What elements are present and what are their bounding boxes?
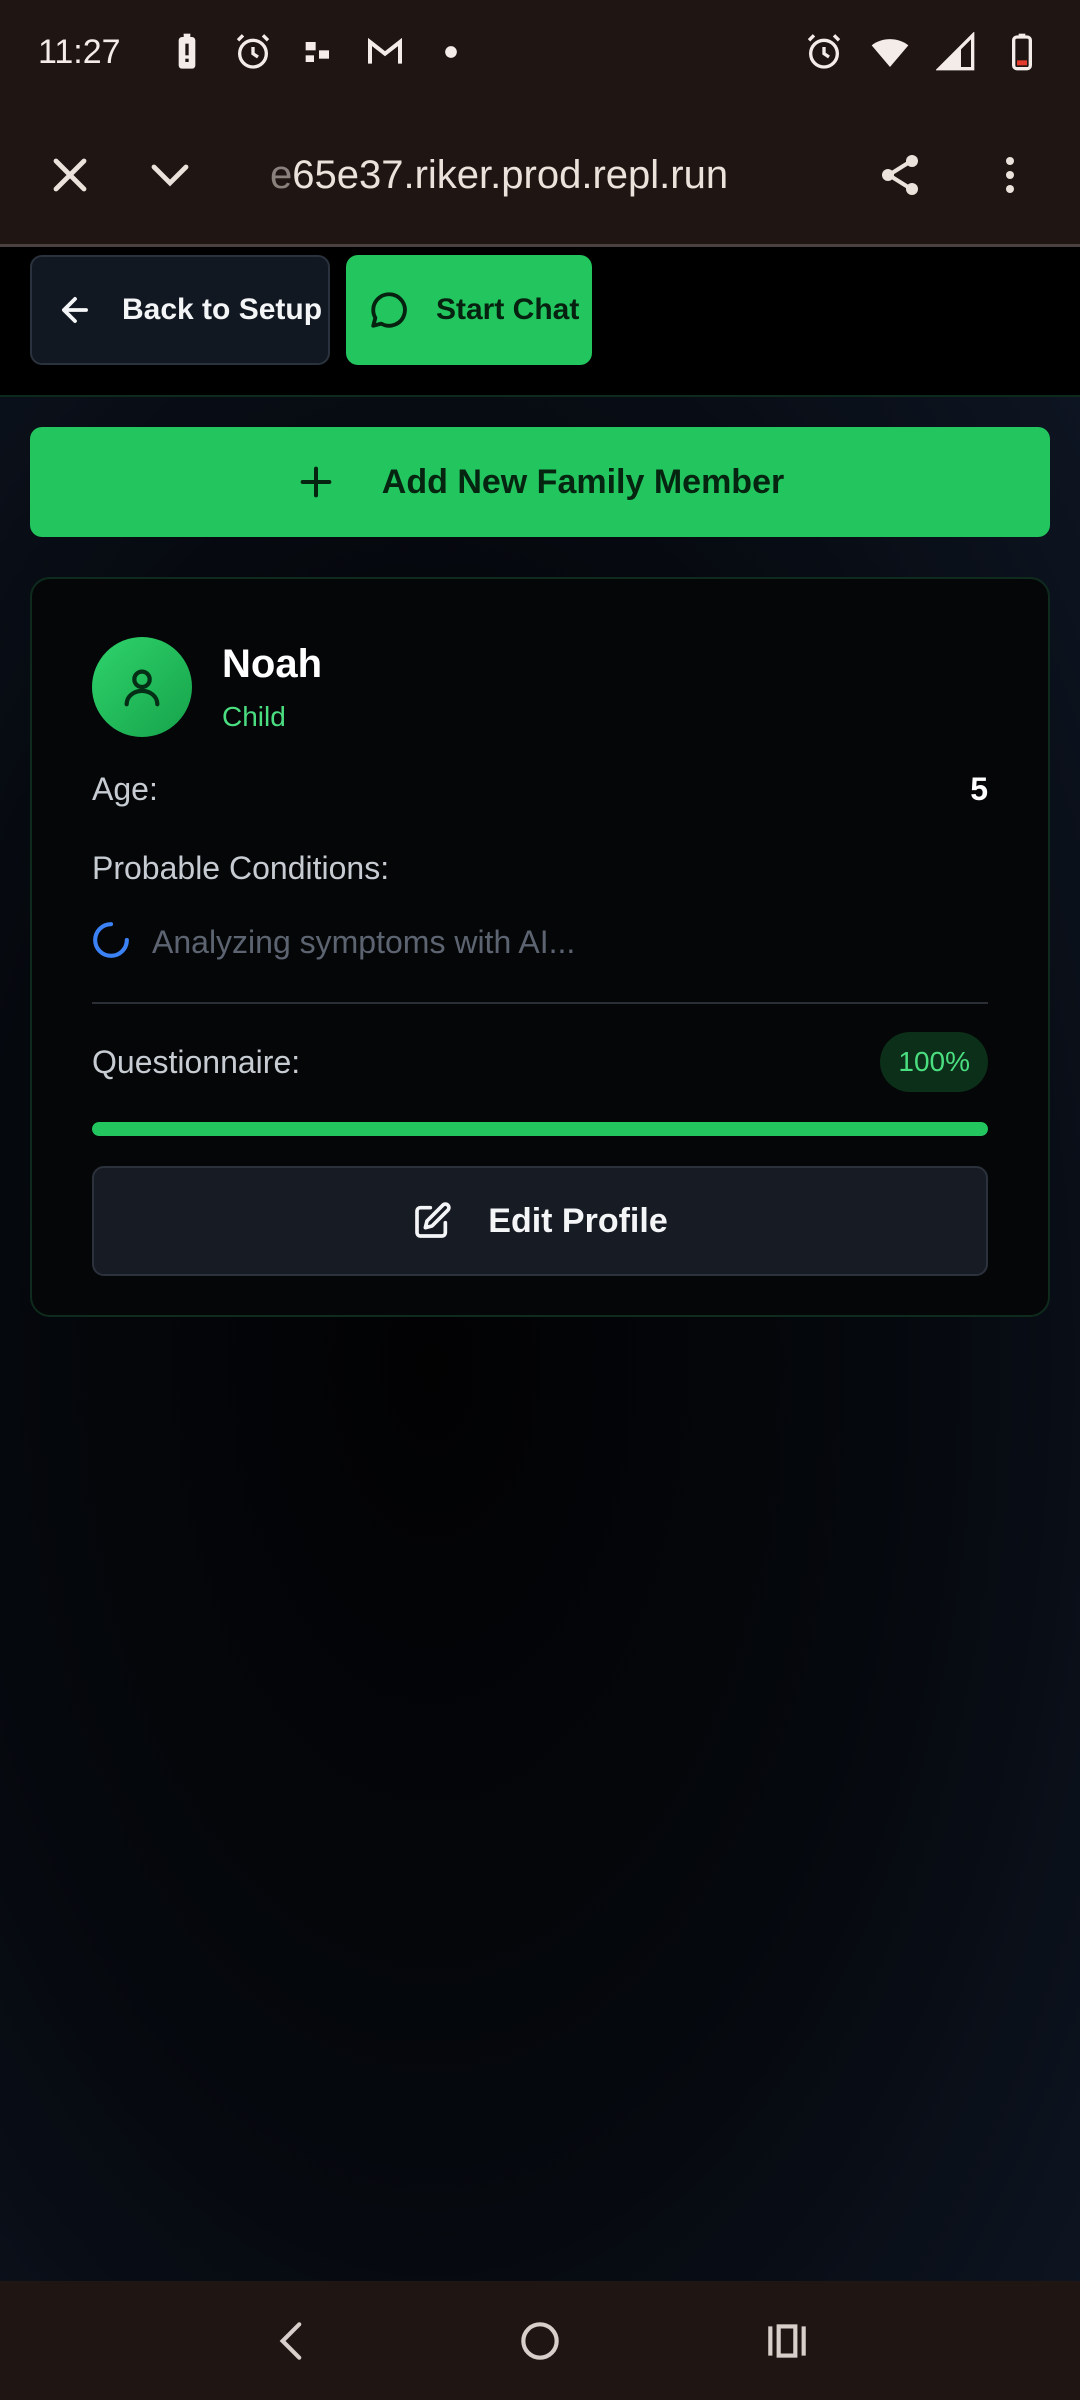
- url-faded-text: e: [270, 152, 293, 197]
- share-icon: [882, 155, 918, 195]
- user-icon: [124, 669, 160, 707]
- back-to-setup-label: Back to Setup: [122, 293, 323, 326]
- edit-icon: [415, 1202, 451, 1238]
- edit-profile-label: Edit Profile: [488, 1201, 668, 1240]
- nav-back-button[interactable]: [253, 2301, 333, 2381]
- alarm-icon: [233, 32, 273, 72]
- plus-icon: [300, 466, 332, 498]
- app-notification-icon: [299, 32, 339, 72]
- card-divider: [92, 1002, 988, 1004]
- top-actions: Back to Setup Start Chat: [0, 247, 1080, 397]
- chat-bubble-icon: [371, 292, 407, 328]
- share-button[interactable]: [850, 125, 950, 225]
- status-time: 11:27: [38, 32, 121, 71]
- arrow-left-icon: [62, 297, 88, 323]
- analyzing-text: Analyzing symptoms with AI...: [152, 924, 576, 960]
- more-vertical-icon: [1006, 157, 1014, 193]
- probable-conditions-label: Probable Conditions:: [92, 850, 390, 886]
- age-label: Age:: [92, 771, 158, 807]
- signal-icon: [936, 32, 976, 72]
- start-chat-label: Start Chat: [436, 293, 580, 326]
- overflow-menu-button[interactable]: [960, 125, 1060, 225]
- member-name: Noah: [222, 641, 322, 686]
- alarm-icon: [804, 32, 844, 72]
- nav-home-icon: [521, 2321, 559, 2360]
- start-chat-button[interactable]: Start Chat: [346, 255, 592, 365]
- page-content: Back to Setup Start Chat Add New Family …: [0, 247, 1080, 2281]
- nav-home-button[interactable]: [500, 2301, 580, 2381]
- age-value: 5: [970, 771, 988, 807]
- battery-low-icon: [1002, 32, 1042, 72]
- analyzing-status: Analyzing symptoms with AI...: [92, 921, 988, 964]
- system-nav-bar: [0, 2281, 1080, 2400]
- edit-profile-button[interactable]: Edit Profile: [92, 1166, 988, 1276]
- member-role: Child: [222, 700, 286, 732]
- chevron-down-icon: [151, 164, 189, 187]
- questionnaire-progress-bar: [92, 1122, 988, 1136]
- questionnaire-badge: 100%: [880, 1032, 988, 1092]
- close-icon: [53, 158, 87, 192]
- nav-recents-button[interactable]: [747, 2301, 827, 2381]
- close-tab-button[interactable]: [20, 125, 120, 225]
- url-bar[interactable]: e65e37.riker.prod.repl.run: [270, 153, 850, 198]
- browser-toolbar: e65e37.riker.prod.repl.run: [0, 104, 1080, 246]
- family-member-card: Noah Child Age: 5 Probable Conditions: A…: [30, 577, 1050, 1317]
- loading-spinner-icon: [92, 921, 130, 964]
- questionnaire-row: Questionnaire: 100%: [92, 1032, 988, 1092]
- add-family-member-button[interactable]: Add New Family Member: [30, 427, 1050, 537]
- back-to-setup-button[interactable]: Back to Setup: [30, 255, 330, 365]
- questionnaire-progress-fill: [92, 1122, 988, 1136]
- status-bar: 11:27: [0, 0, 1080, 104]
- battery-alert-icon: [167, 32, 207, 72]
- nav-back-icon: [279, 2321, 302, 2360]
- age-row: Age: 5: [92, 771, 988, 808]
- dot-icon: [431, 32, 471, 72]
- questionnaire-label: Questionnaire:: [92, 1043, 301, 1080]
- wifi-icon: [870, 32, 910, 72]
- url-text: 65e37.riker.prod.repl.run: [292, 152, 729, 197]
- gmail-icon: [365, 32, 405, 72]
- minimize-button[interactable]: [120, 125, 220, 225]
- avatar: [92, 637, 192, 737]
- nav-recents-icon: [767, 2323, 806, 2358]
- add-family-member-label: Add New Family Member: [381, 462, 785, 501]
